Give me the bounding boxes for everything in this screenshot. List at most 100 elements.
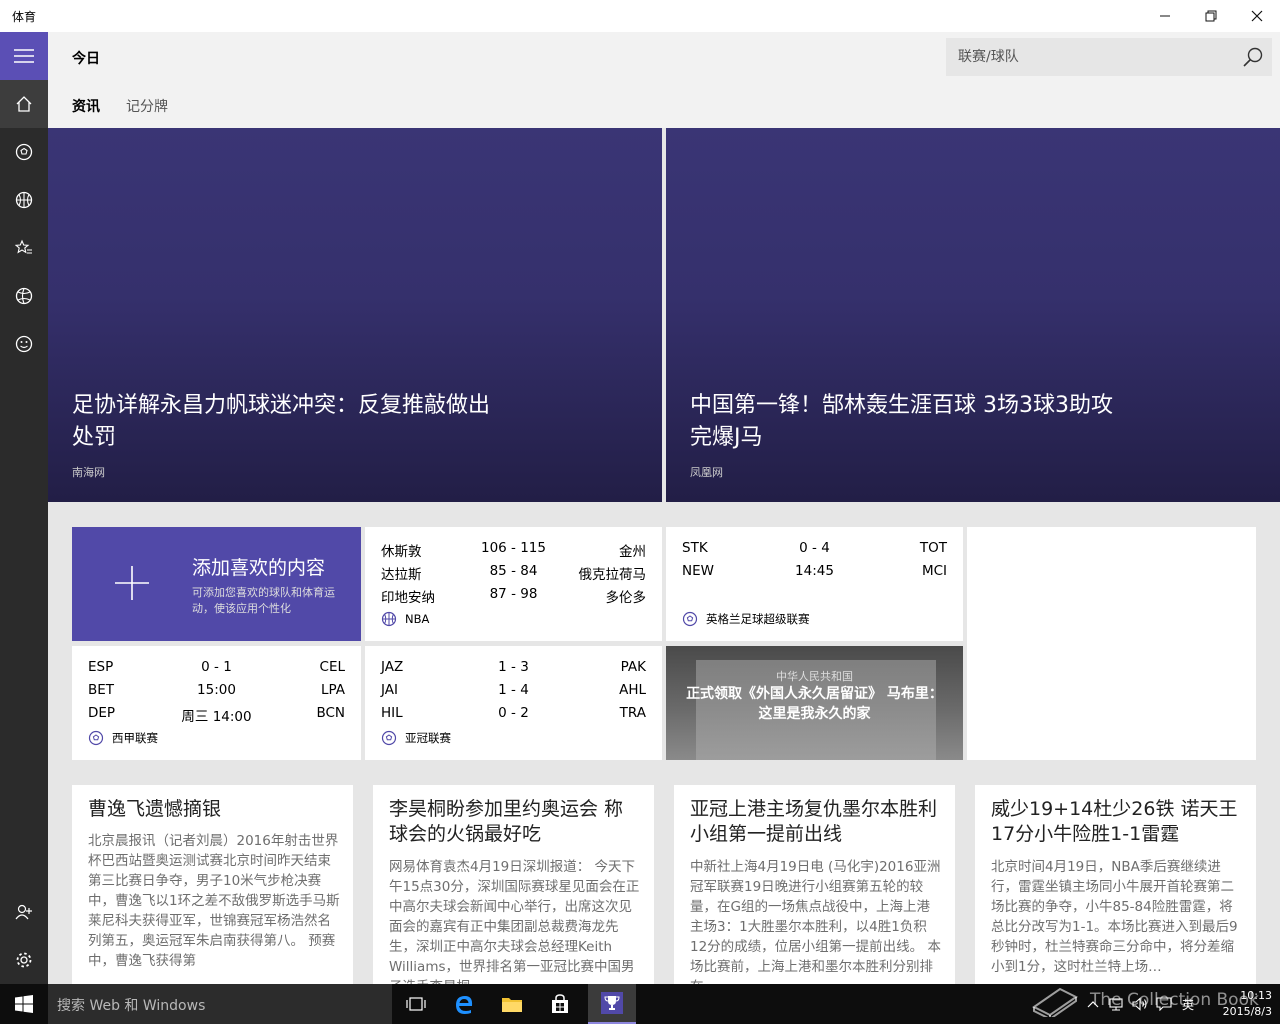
news-card[interactable]: 亚冠上港主场复仇墨尔本胜利 小组第一提前出线 中新社上海4月19日电 (马化宇)…	[674, 785, 955, 984]
sidebar-item-favorites[interactable]	[0, 224, 48, 272]
sidebar-item-account[interactable]	[0, 888, 48, 936]
score: 87 - 98	[489, 586, 538, 602]
away-team: AHL	[619, 682, 646, 698]
gear-icon	[16, 952, 32, 968]
score: 1 - 4	[498, 682, 529, 698]
league-label: 亚冠联赛	[381, 730, 451, 746]
score: 1 - 3	[498, 659, 529, 675]
search-box[interactable]	[946, 38, 1272, 76]
store-button[interactable]	[536, 984, 584, 1024]
store-bag-icon	[552, 994, 568, 1013]
empty-card	[967, 527, 1256, 760]
hero-title: 足协详解永昌力帆球迷冲突：反复推敲做出处罚	[72, 393, 491, 450]
home-team: ESP	[88, 659, 114, 675]
home-icon	[16, 96, 32, 112]
soccer-ball-icon	[88, 730, 104, 746]
scoreboard-card-laliga[interactable]: ESP 0 - 1 CEL BET 15:00 LPA DEP 周三 14:00 BCN 西…	[72, 646, 361, 760]
tab-scoreboard[interactable]: 记分牌	[126, 96, 168, 116]
news-card[interactable]: 李昊桐盼参加里约奥运会 称球会的火锅最好吃 网易体育袁杰4月19日深圳报道： 今…	[373, 785, 654, 984]
score-row: 休斯敦 106 - 115 金州	[381, 540, 646, 562]
score: 0 - 4	[799, 540, 830, 556]
add-card-title: 添加喜欢的内容	[192, 557, 326, 579]
score: 106 - 115	[481, 540, 546, 556]
soccer-ball-icon	[381, 730, 397, 746]
hero-story-2[interactable]: 中国第一锋！郜林轰生涯百球 3场3球3助攻完爆J马 凤凰网	[666, 128, 1280, 502]
hamburger-menu-button[interactable]	[0, 32, 48, 80]
search-icon[interactable]	[1242, 46, 1264, 68]
scoreboard-card-nba[interactable]: 休斯敦 106 - 115 金州 达拉斯 85 - 84 俄克拉荷马 印地安纳 87 - …	[365, 527, 662, 641]
league-label: NBA	[381, 611, 429, 627]
minimize-icon	[1160, 15, 1170, 17]
soccer-ball-icon	[15, 143, 33, 161]
score-row: HIL 0 - 2 TRA	[381, 705, 646, 727]
news-body: 网易体育袁杰4月19日深圳报道： 今天下午15点30分，深圳国际赛球星见面会在正…	[389, 859, 640, 984]
taskbar-search[interactable]: 搜索 Web 和 Windows	[48, 984, 392, 1024]
file-explorer-button[interactable]	[488, 984, 536, 1024]
photo-caption-header: 中华人民共和国	[776, 670, 853, 683]
sidebar-item-fun[interactable]	[0, 320, 48, 368]
away-team: MCI	[921, 563, 947, 579]
windows-logo-icon	[15, 995, 33, 1013]
photo-story-card[interactable]: 中华人民共和国 正式领取《外国人永久居留证》 马布里：这里是我永久的家	[666, 646, 963, 760]
star-list-icon	[15, 239, 32, 254]
task-view-button[interactable]	[392, 984, 440, 1024]
league-name: NBA	[405, 612, 430, 626]
league-label: 英格兰足球超级联赛	[682, 611, 810, 627]
home-team: 休斯敦	[381, 544, 422, 560]
hero-story-1[interactable]: 足协详解永昌力帆球迷冲突：反复推敲做出处罚 南海网	[48, 128, 662, 502]
news-card[interactable]: 曹逸飞遗憾摘银 北京晨报讯（记者刘晨）2016年射击世界杯巴西站暨奥运测试赛北京…	[72, 785, 353, 984]
edge-icon	[456, 996, 473, 1014]
league-name: 亚冠联赛	[405, 731, 451, 745]
home-team: STK	[682, 540, 708, 556]
photo-story-title: 正式领取《外国人永久居留证》 马布里：这里是我永久的家	[686, 686, 943, 722]
score-row: NEW 14:45 MCI	[682, 563, 947, 585]
sidebar-item-soccer[interactable]	[0, 128, 48, 176]
home-team: DEP	[88, 705, 116, 721]
news-card[interactable]: 威少19+14杜少26铁 诺天王17分小牛险胜1-1雷霆 北京时间4月19日，N…	[975, 785, 1256, 984]
watermark-text: The Collection Book	[1090, 990, 1259, 1010]
score-row: 达拉斯 85 - 84 俄克拉荷马	[381, 563, 646, 585]
score: 周三 14:00	[181, 709, 252, 725]
close-button[interactable]	[1234, 0, 1280, 32]
smiley-icon	[15, 335, 33, 353]
away-team: PAK	[620, 659, 646, 675]
sidebar-item-home[interactable]	[0, 80, 48, 128]
score: 0 - 1	[201, 659, 232, 675]
hamburger-icon	[14, 49, 34, 63]
home-team: BET	[88, 682, 115, 698]
home-team: 达拉斯	[381, 567, 422, 583]
sports-app-button[interactable]	[588, 984, 636, 1024]
league-name: 英格兰足球超级联赛	[706, 612, 810, 626]
home-team: JAI	[381, 682, 398, 698]
start-button[interactable]	[0, 984, 48, 1024]
home-team: JAZ	[381, 659, 404, 675]
minimize-button[interactable]	[1142, 0, 1188, 32]
news-body: 中新社上海4月19日电 (马化宇)2016亚洲冠军联赛19日晚进行小组赛第五轮的…	[690, 859, 941, 984]
score: 0 - 2	[498, 705, 529, 721]
sidebar-item-sports[interactable]	[0, 272, 48, 320]
sidebar-item-settings[interactable]	[0, 936, 48, 984]
away-team: BCN	[316, 705, 345, 721]
away-team: 俄克拉荷马	[578, 567, 647, 583]
soccer-ball-icon	[682, 611, 698, 627]
sidebar-item-basketball[interactable]	[0, 176, 48, 224]
restore-button[interactable]	[1188, 0, 1234, 32]
close-icon	[1251, 10, 1263, 22]
away-team: CEL	[319, 659, 345, 675]
score-row: DEP 周三 14:00 BCN	[88, 705, 345, 727]
tab-news[interactable]: 资讯	[72, 96, 100, 116]
scoreboard-card-acl[interactable]: JAZ 1 - 3 PAK JAI 1 - 4 AHL HIL 0 - 2 TRA 亚冠联赛	[365, 646, 662, 760]
news-title: 李昊桐盼参加里约奥运会 称球会的火锅最好吃	[389, 798, 624, 845]
scoreboard-card-epl[interactable]: STK 0 - 4 TOT NEW 14:45 MCI 英格兰足球超级联赛	[666, 527, 963, 641]
book-logo-icon	[1032, 987, 1078, 1017]
folder-icon	[502, 998, 522, 1012]
edge-browser-button[interactable]	[440, 984, 488, 1024]
away-team: 金州	[619, 544, 646, 560]
add-favorites-card[interactable]: 添加喜欢的内容 可添加您喜欢的球队和体育运动，使该应用个性化	[72, 527, 361, 641]
news-title: 亚冠上港主场复仇墨尔本胜利 小组第一提前出线	[690, 798, 938, 845]
search-input[interactable]	[946, 38, 1236, 76]
watermark: The Collection Book	[1030, 980, 1260, 1020]
sidebar	[0, 32, 48, 984]
hero-source: 凤凰网	[690, 466, 723, 479]
news-title: 威少19+14杜少26铁 诺天王17分小牛险胜1-1雷霆	[991, 798, 1238, 845]
